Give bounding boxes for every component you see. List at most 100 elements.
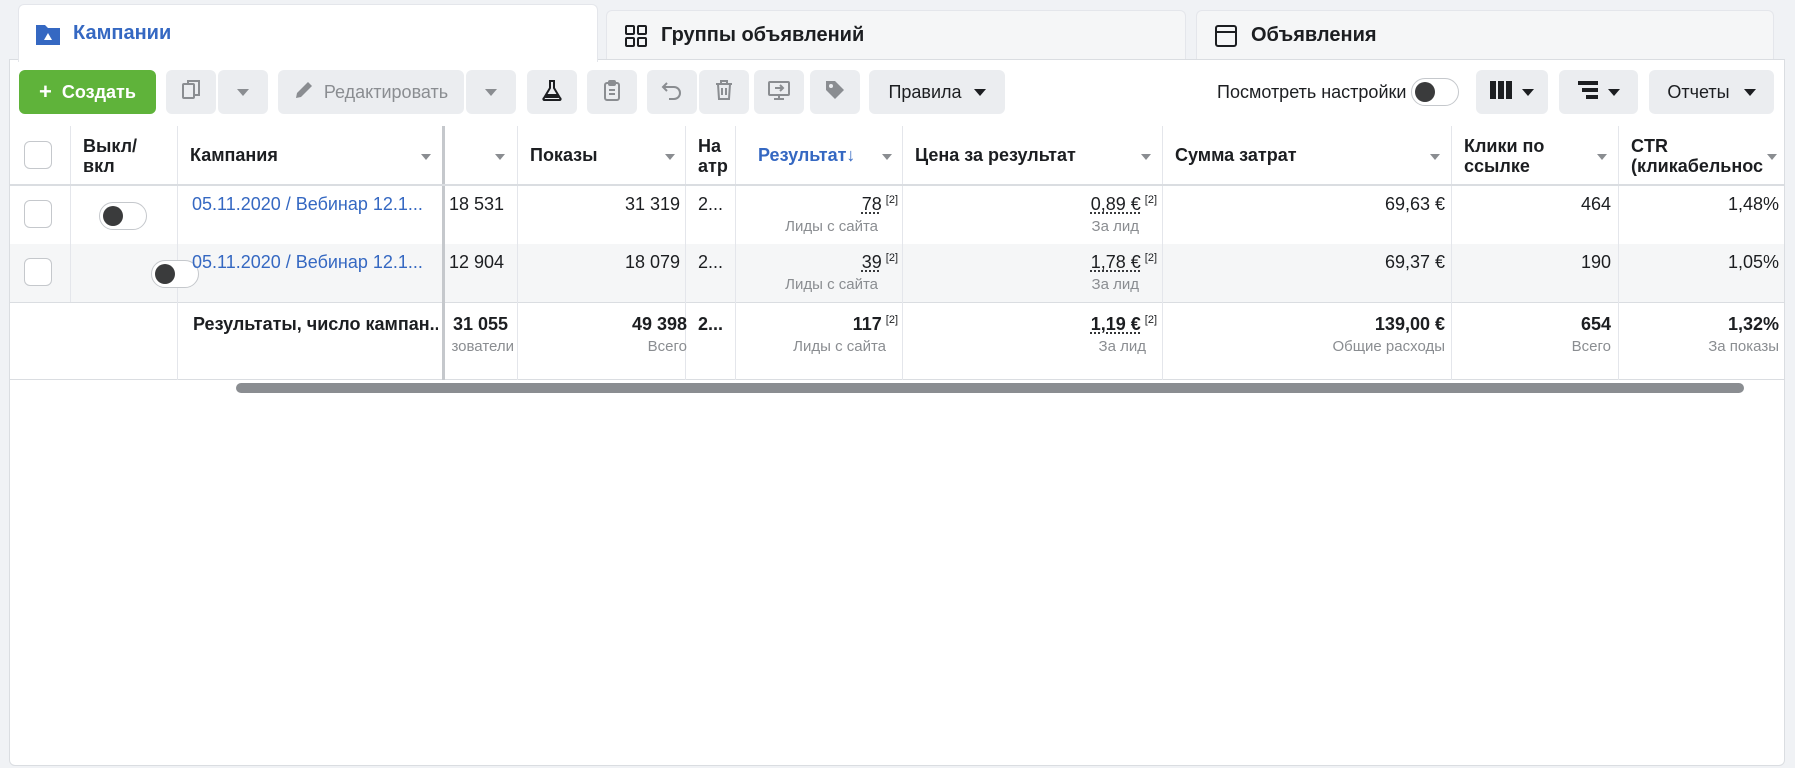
- sort-caret-icon[interactable]: [1597, 154, 1607, 160]
- flask-icon: [542, 79, 562, 106]
- edit-button[interactable]: Редактировать: [278, 70, 464, 114]
- result-value-cell: 39 [2]: [738, 252, 898, 273]
- row-checkbox[interactable]: [24, 258, 52, 286]
- pencil-icon: [294, 80, 314, 105]
- create-label: Создать: [61, 81, 136, 102]
- rules-button[interactable]: Правила: [869, 70, 1005, 114]
- header-link-clicks[interactable]: Клики по ссылке: [1464, 136, 1574, 176]
- undo-button[interactable]: [647, 70, 697, 114]
- grid-icon: [623, 23, 649, 49]
- result-footnote[interactable]: [2]: [886, 194, 898, 206]
- horizontal-scrollbar[interactable]: [236, 383, 1744, 393]
- header-cost-per-result[interactable]: Цена за результат: [915, 145, 1076, 166]
- rules-label: Правила: [888, 81, 962, 102]
- tab-ad-sets-label: Группы объявлений: [661, 24, 865, 46]
- cost-per-result-footnote[interactable]: [2]: [1145, 252, 1157, 264]
- sort-caret-icon[interactable]: [1141, 154, 1151, 160]
- campaign-toggle[interactable]: [99, 202, 147, 230]
- campaign-name-link[interactable]: 05.11.2020 / Вебинар 12.1...: [192, 194, 437, 215]
- totals-ctr: 1,32%: [1727, 314, 1779, 334]
- reports-button[interactable]: Отчеты: [1649, 70, 1774, 114]
- totals-cost-per-result-footnote[interactable]: [2]: [1145, 314, 1157, 326]
- totals-reach: 31 055: [453, 314, 509, 334]
- reach-value: 12 904: [449, 252, 505, 272]
- plus-icon: +: [39, 79, 52, 104]
- reach-value: 18 531: [449, 194, 505, 214]
- col-divider: [1451, 126, 1452, 380]
- clipboard-icon: [602, 79, 622, 106]
- chevron-down-icon: [485, 88, 497, 96]
- breakdown-button[interactable]: [1559, 70, 1638, 114]
- col-divider: [177, 126, 178, 380]
- tag-button[interactable]: [810, 70, 860, 114]
- undo-icon: [661, 79, 683, 106]
- export-button[interactable]: [754, 70, 804, 114]
- totals-result-footnote[interactable]: [2]: [886, 314, 898, 326]
- tab-campaigns-label: Кампании: [73, 22, 172, 44]
- tag-icon: [824, 79, 846, 106]
- clipboard-button[interactable]: [587, 70, 637, 114]
- totals-result: 117: [852, 314, 882, 334]
- totals-partial: 2...: [698, 314, 724, 334]
- sort-caret-icon[interactable]: [421, 154, 431, 160]
- link-clicks-value: 190: [1580, 252, 1611, 272]
- toggle-switch[interactable]: [1411, 78, 1459, 106]
- header-amount-spent[interactable]: Сумма затрат: [1175, 145, 1297, 166]
- totals-amount-spent-subtitle: Общие расходы: [1332, 338, 1445, 355]
- chevron-down-icon: [973, 88, 986, 96]
- select-all-checkbox[interactable]: [24, 141, 52, 169]
- header-impressions[interactable]: Показы: [530, 145, 598, 166]
- campaign-name-link[interactable]: 05.11.2020 / Вебинар 12.1...: [192, 252, 437, 273]
- sort-caret-icon[interactable]: [495, 154, 505, 160]
- col-divider: [517, 126, 518, 380]
- amount-spent-value: 69,37 €: [1384, 252, 1445, 272]
- sort-caret-icon[interactable]: [882, 154, 892, 160]
- cost-per-result-value[interactable]: 1,78 €: [1091, 252, 1141, 272]
- tab-campaigns[interactable]: Кампании: [18, 4, 598, 62]
- chevron-down-icon: [1743, 88, 1756, 96]
- totals-cost-per-result-subtitle: За лид: [1098, 338, 1146, 355]
- view-settings-label: Посмотреть настройки: [1217, 82, 1407, 102]
- cost-per-result-footnote[interactable]: [2]: [1145, 194, 1157, 206]
- totals-result-subtitle: Лиды с сайта: [793, 338, 886, 355]
- header-ctr[interactable]: CTR (кликабельнос: [1631, 136, 1776, 176]
- sort-caret-icon[interactable]: [665, 154, 675, 160]
- cost-per-result-value[interactable]: 0,89 €: [1091, 194, 1141, 214]
- row-checkbox[interactable]: [24, 200, 52, 228]
- ctr-value: 1,05%: [1727, 252, 1779, 272]
- edit-dropdown-button[interactable]: [466, 70, 516, 114]
- partial-value: 2...: [698, 194, 724, 214]
- impressions-value: 18 079: [624, 252, 680, 272]
- sort-down-arrow-icon: ↓: [846, 145, 856, 165]
- create-button[interactable]: + Создать: [19, 70, 156, 114]
- totals-link-clicks: 654: [1580, 314, 1611, 334]
- header-campaign[interactable]: Кампания: [190, 145, 278, 166]
- chevron-down-icon: [1522, 88, 1534, 96]
- header-partial[interactable]: На атр: [698, 136, 732, 176]
- view-settings-toggle[interactable]: [1411, 78, 1459, 111]
- tab-ads[interactable]: Объявления: [1196, 10, 1774, 60]
- campaigns-table: Выкл/ вкл Кампания Показы На атр Результ…: [10, 126, 1784, 386]
- result-footnote[interactable]: [2]: [886, 252, 898, 264]
- result-value[interactable]: 39: [862, 252, 882, 272]
- cost-per-result-subtitle: За лид: [1091, 218, 1139, 235]
- impressions-value: 31 319: [624, 194, 680, 214]
- duplicate-button[interactable]: [166, 70, 216, 114]
- sort-caret-icon[interactable]: [1430, 154, 1440, 160]
- columns-button[interactable]: [1476, 70, 1548, 114]
- columns-icon: [1490, 80, 1512, 104]
- col-divider: [735, 126, 736, 380]
- cost-per-result-cell: 1,78 € [2]: [905, 252, 1157, 273]
- tab-ad-sets[interactable]: Группы объявлений: [606, 10, 1186, 60]
- header-result[interactable]: Результат↓: [758, 145, 855, 166]
- edit-label: Редактировать: [323, 81, 449, 102]
- duplicate-dropdown-button[interactable]: [218, 70, 268, 114]
- col-divider: [1162, 126, 1163, 380]
- sort-caret-icon[interactable]: [1767, 154, 1777, 160]
- header-onoff[interactable]: Выкл/ вкл: [83, 136, 163, 176]
- totals-cost-per-result[interactable]: 1,19 €: [1091, 314, 1141, 334]
- result-subtitle: Лиды с сайта: [785, 218, 878, 235]
- ab-test-button[interactable]: [527, 70, 577, 114]
- delete-button[interactable]: [699, 70, 749, 114]
- result-value[interactable]: 78: [862, 194, 882, 214]
